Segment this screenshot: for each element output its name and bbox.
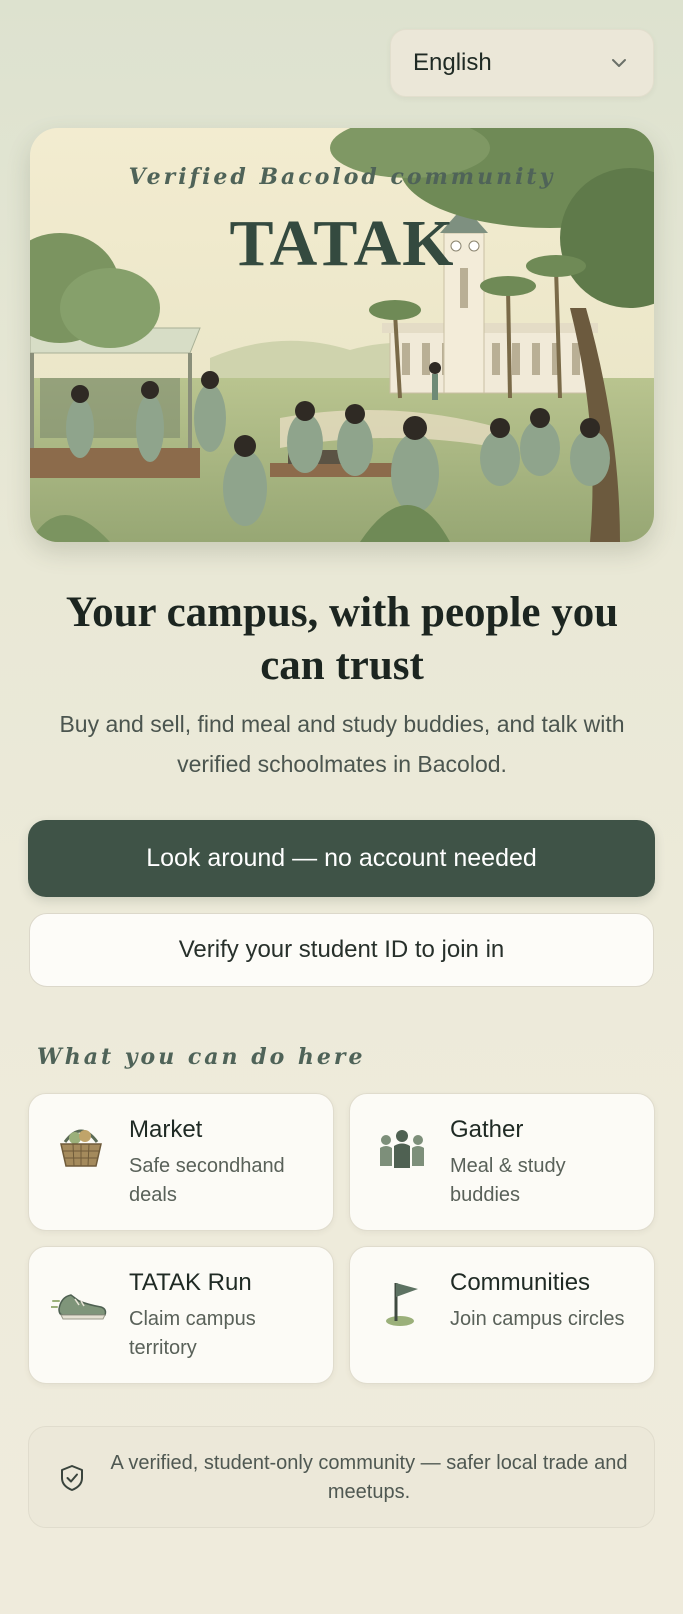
feature-description: Claim campus territory xyxy=(129,1308,256,1359)
shield-check-icon xyxy=(61,1465,83,1491)
look-around-button[interactable]: Look around — no account needed xyxy=(28,820,655,897)
feature-card-gather[interactable]: Gather Meal & study buddies xyxy=(349,1093,655,1231)
people-group-icon xyxy=(380,1130,424,1168)
landing-page: English Verified Bacolod community TATAK… xyxy=(0,0,683,1614)
feature-title: TATAK Run xyxy=(129,1269,252,1296)
campus-illustration xyxy=(30,128,654,542)
chevron-down-icon xyxy=(612,59,626,67)
feature-title: Market xyxy=(129,1116,203,1143)
features-section-title: What you can do here xyxy=(37,1044,366,1070)
language-selector[interactable]: English xyxy=(390,29,654,97)
basket-icon xyxy=(60,1129,102,1167)
language-label: English xyxy=(413,49,492,76)
verify-student-id-button[interactable]: Verify your student ID to join in xyxy=(29,913,654,987)
feature-description: Safe secondhand deals xyxy=(129,1155,285,1206)
page-headline: Your campus, with people you can trust xyxy=(65,589,619,689)
feature-title: Communities xyxy=(450,1269,591,1296)
feature-title: Gather xyxy=(450,1116,524,1143)
feature-card-tatak-run[interactable]: TATAK Run Claim campus territory xyxy=(28,1246,334,1384)
feature-card-communities[interactable]: Communities Join campus circles xyxy=(349,1246,655,1384)
flag-icon xyxy=(386,1283,418,1326)
feature-description: Meal & study buddies xyxy=(450,1155,566,1206)
hero-card: Verified Bacolod community TATAK xyxy=(30,128,654,542)
trust-note-text: A verified, student-only community — saf… xyxy=(110,1452,628,1503)
page-subheadline: Buy and sell, find meal and study buddie… xyxy=(59,711,625,777)
trust-note: A verified, student-only community — saf… xyxy=(28,1426,655,1528)
hero-tagline: Verified Bacolod community xyxy=(128,164,556,190)
feature-description: Join campus circles xyxy=(450,1308,625,1330)
hero-title: TATAK xyxy=(229,207,455,280)
running-shoe-icon xyxy=(51,1294,107,1320)
feature-card-market[interactable]: Market Safe secondhand deals xyxy=(28,1093,334,1231)
